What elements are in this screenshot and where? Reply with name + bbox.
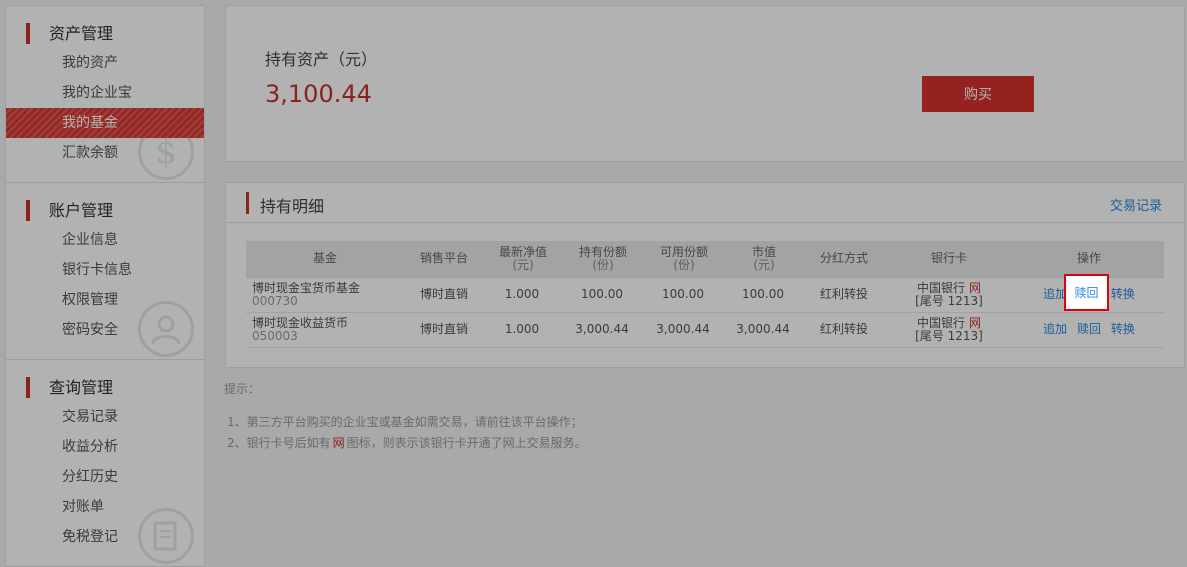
nav-cell: 1.000 [484, 277, 562, 313]
header-held-label: 持有份额 [578, 244, 627, 259]
fund-cell: 博时现金宝货币基金 000730 [246, 277, 404, 313]
holdings-panel: 持有明细 交易记录 基金 销售平台 最新净值 (元) 持有份额 (份) 可用份额 (份… [225, 182, 1185, 368]
platform-cell: 博时直销 [404, 312, 484, 348]
header-platform: 销售平台 [404, 241, 484, 278]
dividend-cell: 红利转投 [804, 312, 884, 348]
bank-cell: 中国银行网 [尾号 1213] [884, 312, 1014, 348]
header-available-label: 可用份额 [659, 244, 708, 259]
redeem-button-highlighted[interactable]: 赎回 [1064, 274, 1109, 311]
sidebar: 资产管理 我的资产 我的企业宝 我的基金 汇款余额 $ 账户管理 企业信息 银行… [5, 5, 205, 567]
table-row: 博时现金宝货币基金 000730 博时直销 1.000 100.00 100.0… [246, 277, 1164, 313]
add-button[interactable]: 追加 [1043, 322, 1067, 336]
asset-label: 持有资产（元） [265, 50, 378, 69]
sidebar-item-my-assets[interactable]: 我的资产 [6, 48, 204, 78]
sidebar-item-my-enterprise-bao[interactable]: 我的企业宝 [6, 78, 204, 108]
fund-cell: 博时现金收益货币 050003 [246, 312, 404, 348]
sidebar-item-bank-card-info[interactable]: 银行卡信息 [6, 255, 204, 285]
sidebar-item-tax-exempt[interactable]: 免税登记 [6, 522, 204, 552]
sidebar-group-title: 账户管理 [6, 197, 204, 225]
platform-cell: 博时直销 [404, 277, 484, 313]
sidebar-group-query: 查询管理 交易记录 收益分析 分红历史 对账单 免税登记 [6, 360, 204, 566]
sidebar-group-account: 账户管理 企业信息 银行卡信息 权限管理 密码安全 [6, 183, 204, 360]
header-dividend: 分红方式 [804, 241, 884, 278]
held-cell: 3,000.44 [562, 312, 644, 348]
sidebar-item-transactions[interactable]: 交易记录 [6, 402, 204, 432]
fund-name: 博时现金收益货币 [252, 315, 349, 330]
fund-code: 000730 [252, 293, 298, 308]
header-available: 可用份额 (份) [644, 241, 724, 278]
tips-title: 提示： [224, 382, 261, 396]
header-market-label: 市值 [751, 244, 776, 259]
tips-section: 提示： 1、第三方平台购买的企业宝或基金如需交易，请前往该平台操作； 2、银行卡… [224, 380, 587, 454]
header-bank: 银行卡 [884, 241, 1014, 278]
online-banking-icon: 网 [969, 315, 982, 330]
header-held-unit: (份) [592, 257, 614, 272]
sidebar-item-permissions[interactable]: 权限管理 [6, 285, 204, 315]
tip-line-2-pre: 2、银行卡号后如有 [227, 436, 331, 450]
sidebar-item-password-security[interactable]: 密码安全 [6, 315, 204, 345]
fund-code: 050003 [252, 328, 298, 343]
online-banking-icon: 网 [332, 436, 345, 450]
holdings-table: 基金 销售平台 最新净值 (元) 持有份额 (份) 可用份额 (份) 市值 (元) 分红… [246, 241, 1164, 348]
available-cell: 100.00 [644, 277, 724, 313]
header-available-unit: (份) [673, 257, 695, 272]
holdings-header: 持有明细 交易记录 [226, 183, 1184, 223]
sidebar-item-remit-balance[interactable]: 汇款余额 [6, 138, 204, 168]
header-nav-unit: (元) [512, 257, 534, 272]
tip-line-2-post: 图标，则表示该银行卡开通了网上交易服务。 [346, 436, 587, 450]
sidebar-item-dividend-history[interactable]: 分红历史 [6, 462, 204, 492]
bank-tail: [尾号 1213] [915, 328, 983, 343]
bank-cell: 中国银行网 [尾号 1213] [884, 277, 1014, 313]
sidebar-item-my-fund[interactable]: 我的基金 [6, 108, 204, 138]
holdings-title: 持有明细 [260, 197, 325, 216]
redeem-button[interactable]: 赎回 [1077, 322, 1101, 336]
convert-button[interactable]: 转换 [1111, 287, 1135, 301]
bank-name: 中国银行 [916, 280, 965, 295]
sidebar-item-company-info[interactable]: 企业信息 [6, 225, 204, 255]
sidebar-group-title: 查询管理 [6, 374, 204, 402]
online-banking-icon: 网 [969, 280, 982, 295]
nav-cell: 1.000 [484, 312, 562, 348]
held-cell: 100.00 [562, 277, 644, 313]
asset-value: 3,100.44 [265, 80, 372, 108]
ops-cell: 追加 赎回 转换 [1014, 312, 1164, 348]
sidebar-item-statement[interactable]: 对账单 [6, 492, 204, 522]
buy-button[interactable]: 购买 [922, 76, 1034, 112]
title-accent-bar [246, 192, 249, 214]
bank-tail: [尾号 1213] [915, 293, 983, 308]
header-nav: 最新净值 (元) [484, 241, 562, 278]
sidebar-group-asset: 资产管理 我的资产 我的企业宝 我的基金 汇款余额 $ [6, 6, 204, 183]
market-cell: 100.00 [724, 277, 804, 313]
table-header-row: 基金 销售平台 最新净值 (元) 持有份额 (份) 可用份额 (份) 市值 (元) 分红… [246, 241, 1164, 278]
header-fund: 基金 [246, 241, 404, 278]
bank-name: 中国银行 [916, 315, 965, 330]
header-held: 持有份额 (份) [562, 241, 644, 278]
sidebar-group-title: 资产管理 [6, 20, 204, 48]
available-cell: 3,000.44 [644, 312, 724, 348]
sidebar-item-earnings-analysis[interactable]: 收益分析 [6, 432, 204, 462]
header-nav-label: 最新净值 [498, 244, 547, 259]
header-ops: 操作 [1014, 241, 1164, 278]
tip-line-2: 2、银行卡号后如有网图标，则表示该银行卡开通了网上交易服务。 [224, 433, 587, 454]
header-market: 市值 (元) [724, 241, 804, 278]
convert-button[interactable]: 转换 [1111, 322, 1135, 336]
transaction-record-link[interactable]: 交易记录 [1110, 195, 1162, 214]
market-cell: 3,000.44 [724, 312, 804, 348]
fund-name: 博时现金宝货币基金 [252, 280, 361, 295]
tip-line-1: 1、第三方平台购买的企业宝或基金如需交易，请前往该平台操作； [227, 415, 583, 429]
table-row: 博时现金收益货币 050003 博时直销 1.000 3,000.44 3,00… [246, 312, 1164, 348]
header-market-unit: (元) [753, 257, 775, 272]
dividend-cell: 红利转投 [804, 277, 884, 313]
asset-summary-panel: 持有资产（元） 3,100.44 购买 [225, 5, 1185, 162]
